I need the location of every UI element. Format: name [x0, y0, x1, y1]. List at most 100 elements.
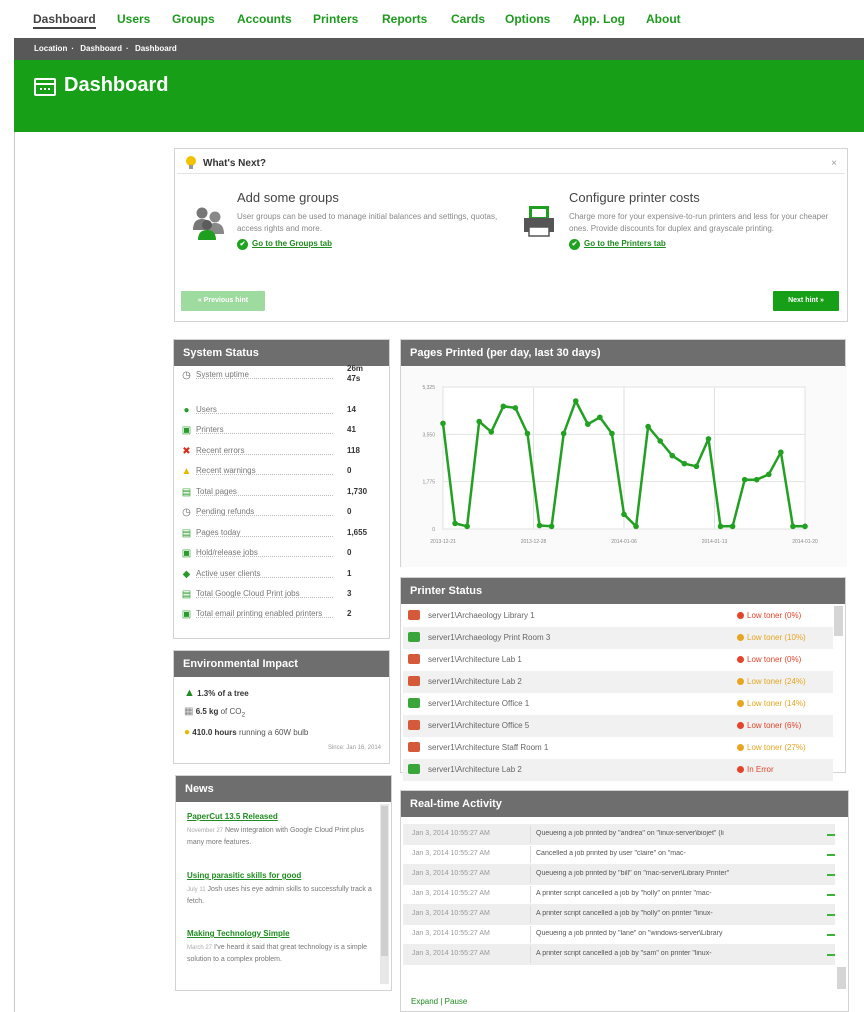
data-point	[452, 520, 458, 527]
expand-row-icon[interactable]	[827, 953, 835, 956]
news-item-title[interactable]: Using parasitic skills for good	[187, 871, 377, 880]
activity-message: Queueing a job printed by "lane" on "win…	[536, 930, 723, 937]
system-status-title: System Status	[174, 340, 389, 366]
expand-row-icon[interactable]	[827, 893, 835, 896]
printer-name[interactable]: server1\Architecture Staff Room 1	[428, 743, 548, 752]
status-value: 0	[347, 466, 352, 475]
realtime-activity-title: Real-time Activity	[401, 791, 848, 817]
breadcrumb-location[interactable]: Location	[34, 44, 67, 53]
data-point	[524, 430, 531, 437]
printer-cost-icon	[524, 206, 554, 237]
groups-tab-link[interactable]: Go to the Groups tab	[237, 239, 507, 250]
status-row: ▤ Total Google Cloud Print jobs 3	[181, 587, 381, 605]
printer-status-scrollbar[interactable]	[834, 606, 843, 636]
printer-name[interactable]: server1\Architecture Office 1	[428, 699, 529, 708]
pages-icon: ▤	[181, 528, 192, 539]
lightbulb-icon: ●	[184, 727, 191, 738]
y-tick-label: 5,325	[422, 385, 435, 391]
nav-dashboard[interactable]: Dashboard	[33, 12, 96, 29]
page-header: Dashboard	[14, 60, 864, 132]
news-scrollbar-thumb[interactable]	[381, 806, 388, 956]
printer-row[interactable]: server1\Archaeology Print Room 3 Low tone…	[403, 627, 833, 649]
news-panel: News PaperCut 13.5 Released November 27 …	[175, 775, 392, 991]
nav-printers[interactable]: Printers	[313, 12, 358, 26]
activity-time: Jan 3, 2014 10:55:27 AM	[412, 910, 490, 917]
pause-link[interactable]: Pause	[445, 997, 468, 1006]
groups-icon	[193, 207, 224, 240]
nav-accounts[interactable]: Accounts	[237, 12, 292, 26]
data-point	[585, 421, 591, 427]
nav-options[interactable]: Options	[505, 12, 550, 26]
nav-applog[interactable]: App. Log	[573, 12, 625, 26]
expand-row-icon[interactable]	[827, 853, 835, 856]
news-item-title[interactable]: PaperCut 13.5 Released	[187, 812, 377, 821]
printer-name[interactable]: server1\Archaeology Library 1	[428, 611, 535, 620]
status-row: ◆ Active user clients 1	[181, 567, 381, 585]
data-point	[548, 523, 555, 530]
close-icon[interactable]: ×	[831, 158, 837, 169]
printer-row[interactable]: server1\Architecture Office 1 Low toner (…	[403, 693, 833, 715]
expand-link[interactable]: Expand	[411, 997, 438, 1006]
hold-icon: ▣	[181, 548, 192, 559]
status-value: 2	[347, 609, 352, 618]
x-tick-label: 2014-01-13	[702, 539, 728, 545]
printer-name[interactable]: server1\Architecture Lab 2	[428, 765, 522, 774]
status-value: 41	[347, 425, 356, 434]
content-divider	[14, 132, 15, 1012]
activity-scrollbar[interactable]	[837, 967, 846, 989]
expand-row-icon[interactable]	[827, 833, 835, 836]
breadcrumb-dashboard[interactable]: Dashboard	[80, 44, 122, 53]
printer-status-badge: In Error	[737, 765, 774, 774]
y-tick-label: 1,775	[422, 480, 435, 486]
pages-icon: ▤	[181, 487, 192, 498]
nav-about[interactable]: About	[646, 12, 681, 26]
printer-status-badge: Low toner (24%)	[737, 677, 806, 686]
activity-message: A printer script cancelled a job by "sam…	[536, 950, 712, 957]
printers-tab-link[interactable]: Go to the Printers tab	[569, 239, 834, 250]
printer-name[interactable]: server1\Architecture Lab 2	[428, 677, 522, 686]
status-row: ▣ Printers 41	[181, 423, 381, 441]
status-value: 118	[347, 446, 360, 455]
status-row: ▲ Recent warnings 0	[181, 464, 381, 482]
nav-users[interactable]: Users	[117, 12, 150, 26]
activity-row: Jan 3, 2014 10:55:27 AM A printer script …	[403, 944, 835, 965]
printer-row[interactable]: server1\Architecture Staff Room 1 Low ton…	[403, 737, 833, 759]
printer-row[interactable]: server1\Architecture Office 5 Low toner (…	[403, 715, 833, 737]
news-item: PaperCut 13.5 Released November 27 New i…	[187, 812, 377, 849]
news-item-text: March 27 I've heard it said that great t…	[187, 944, 368, 963]
nav-groups[interactable]: Groups	[172, 12, 215, 26]
activity-message: Cancelled a job printed by user "claire"…	[536, 850, 686, 857]
dashboard-icon	[34, 78, 56, 96]
expand-row-icon[interactable]	[827, 933, 835, 936]
data-point	[572, 398, 579, 404]
activity-row: Jan 3, 2014 10:55:27 AM Queueing a job pr…	[403, 864, 835, 885]
realtime-activity-panel: Real-time Activity Jan 3, 2014 10:55:27 …	[400, 790, 849, 1012]
nav-reports[interactable]: Reports	[382, 12, 427, 26]
next-hint-button[interactable]: Next hint »	[773, 291, 839, 311]
printer-row[interactable]: server1\Architecture Lab 1 Low toner (0%)	[403, 649, 833, 671]
printer-row[interactable]: server1\Architecture Lab 2 In Error	[403, 759, 833, 781]
nav-cards[interactable]: Cards	[451, 12, 485, 26]
status-value: 1,655	[347, 528, 368, 537]
printer-row[interactable]: server1\Architecture Lab 2 Low toner (24%…	[403, 671, 833, 693]
x-tick-label: 2013-12-28	[521, 539, 547, 545]
printer-name[interactable]: server1\Architecture Office 5	[428, 721, 529, 730]
status-value: 3	[347, 589, 352, 598]
expand-row-icon[interactable]	[827, 873, 835, 876]
data-point	[464, 523, 470, 530]
printer-name[interactable]: server1\Archaeology Print Room 3	[428, 633, 550, 642]
printer-row[interactable]: server1\Archaeology Library 1 Low toner (…	[403, 605, 833, 627]
expand-row-icon[interactable]	[827, 913, 835, 916]
news-item-title[interactable]: Making Technology Simple	[187, 929, 377, 938]
printer-status-badge: Low toner (27%)	[737, 743, 806, 752]
y-tick-label: 3,550	[422, 432, 435, 438]
data-point	[560, 430, 567, 437]
previous-hint-button[interactable]: « Previous hint	[181, 291, 265, 311]
pages-printed-chart: 0 1,775 3,550 5,325 2013-12-21 2013-12-28 2014…	[401, 367, 847, 567]
status-row: ▤ Total pages 1,730	[181, 485, 381, 503]
printer-name[interactable]: server1\Architecture Lab 1	[428, 655, 522, 664]
users-icon: ●	[183, 405, 190, 416]
news-item: Using parasitic skills for good July 11 …	[187, 871, 377, 908]
data-point	[669, 452, 676, 459]
activity-time: Jan 3, 2014 10:55:27 AM	[412, 830, 490, 837]
